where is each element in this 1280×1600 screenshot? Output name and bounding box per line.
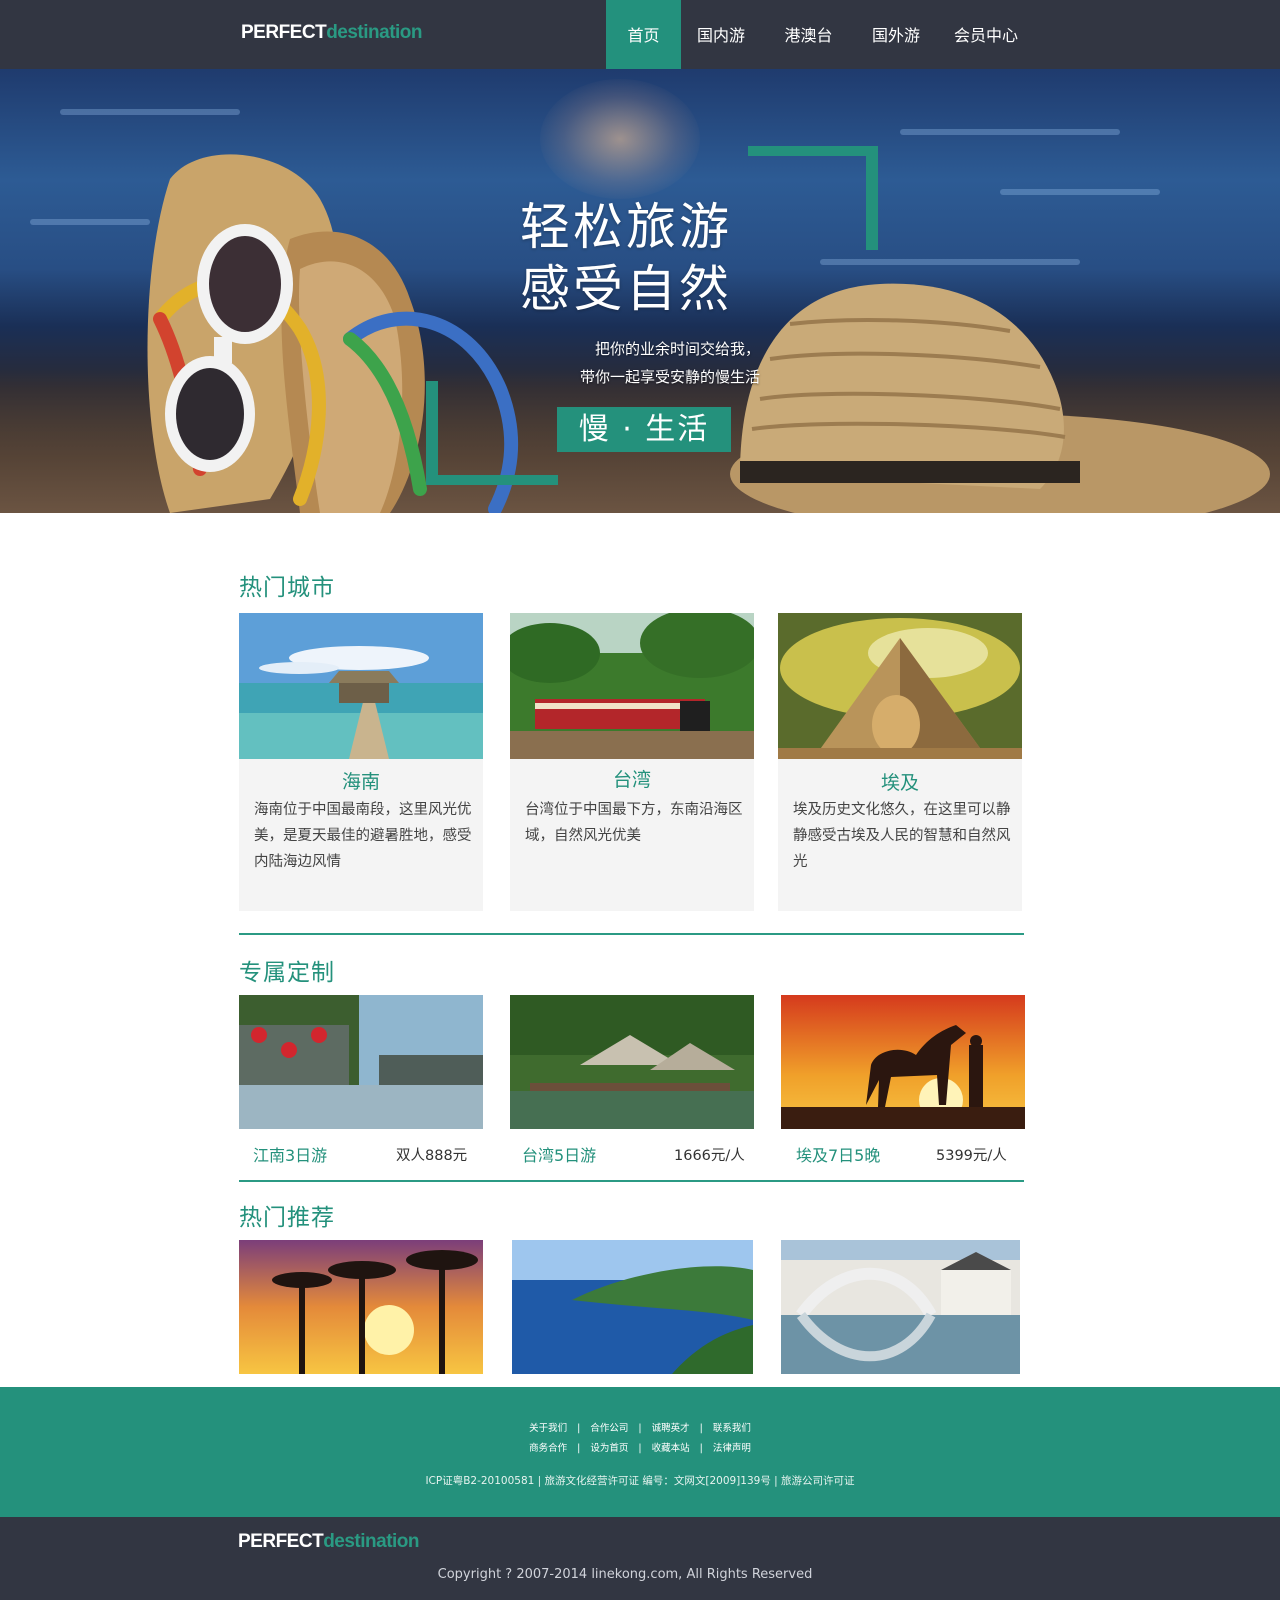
hero-subtitle: 把你的业余时间交给我， 带你一起享受安静的慢生活 — [579, 340, 760, 386]
footer-link-business[interactable]: 商务合作 — [529, 1439, 567, 1459]
section-divider — [239, 933, 1024, 935]
footer-link-partners[interactable]: 合作公司 — [590, 1419, 628, 1439]
frame-corner-top-right — [748, 146, 878, 250]
tour-name: 埃及7日5晚 — [796, 1146, 881, 1165]
taiwan-train-photo — [510, 613, 754, 759]
nav-item-home[interactable]: 首页 — [606, 0, 681, 69]
site-logo[interactable]: PERFECTdestination — [241, 22, 423, 44]
footer-logo[interactable]: PERFECTdestination — [238, 1531, 420, 1553]
city-card-egypt[interactable]: 埃及 埃及历史文化悠久，在这里可以静静感受古埃及人民的智慧和自然风光 — [778, 613, 1022, 911]
city-description: 台湾位于中国最下方，东南沿海区域，自然风光优美 — [525, 802, 743, 844]
section-divider — [239, 1180, 1024, 1182]
frame-corner-bottom-left — [426, 381, 558, 485]
city-card-hainan[interactable]: 海南 海南位于中国最南段，这里风光优美，是夏天最佳的避暑胜地，感受内陆海边风情 — [239, 613, 483, 911]
hero-title: 轻松旅游 感受自然 — [520, 198, 732, 318]
hainan-pier-photo — [239, 613, 483, 759]
city-name: 海南 — [341, 771, 380, 793]
recommend-palm-sunset-photo[interactable] — [239, 1240, 483, 1374]
egypt-camel-sunset-photo — [781, 995, 1025, 1129]
nav-item-hk-macau-taiwan[interactable]: 港澳台 — [761, 0, 856, 69]
section-title-hot-cities: 热门城市 — [239, 575, 335, 601]
nav-item-domestic[interactable]: 国内游 — [681, 0, 761, 69]
jiangnan-canal-photo — [239, 995, 483, 1129]
section-title-custom: 专属定制 — [239, 960, 335, 986]
city-name: 埃及 — [880, 772, 919, 794]
nav-item-overseas[interactable]: 国外游 — [856, 0, 936, 69]
taiwan-pavilion-photo — [510, 995, 754, 1129]
footer-link-careers[interactable]: 诚聘英才 — [652, 1419, 690, 1439]
icp-license-text: ICP证粤B2-20100581 | 旅游文化经营许可证 编号：文网文[2009… — [425, 1475, 855, 1487]
footer-link-about[interactable]: 关于我们 — [529, 1419, 567, 1439]
tour-price: 双人888元 — [396, 1148, 468, 1164]
tour-name: 台湾5日游 — [522, 1146, 597, 1165]
footer-links: 关于我们 | 合作公司 | 诚聘英才 | 联系我们 商务合作 | 设为首页 | 收藏本站 | 法律声明 — [0, 1419, 1280, 1459]
section-title-recommend: 热门推荐 — [239, 1205, 335, 1231]
nav-item-member-center[interactable]: 会员中心 — [936, 0, 1036, 69]
tour-price: 5399元/人 — [936, 1148, 1007, 1164]
city-name: 台湾 — [612, 769, 651, 791]
main-nav: 首页 国内游 港澳台 国外游 会员中心 — [606, 0, 1036, 69]
copyright-text: Copyright ? 2007-2014 linekong.com, All … — [437, 1567, 813, 1582]
egypt-pyramid-photo — [778, 613, 1022, 759]
footer-link-contact[interactable]: 联系我们 — [713, 1419, 751, 1439]
footer-link-legal[interactable]: 法律声明 — [713, 1439, 751, 1459]
footer-links-band: 关于我们 | 合作公司 | 诚聘英才 | 联系我们 商务合作 | 设为首页 | 收藏本站 | 法律声明 … — [0, 1387, 1280, 1517]
hero-banner: 轻松旅游 感受自然 把你的业余时间交给我， 带你一起享受安静的慢生活 慢 · 生… — [0, 69, 1280, 513]
footer-link-bookmark[interactable]: 收藏本站 — [652, 1439, 690, 1459]
recommend-bridge-village-photo[interactable] — [781, 1240, 1020, 1374]
city-description: 埃及历史文化悠久，在这里可以静静感受古埃及人民的智慧和自然风光 — [793, 802, 1011, 870]
slow-life-button[interactable]: 慢 · 生活 — [557, 407, 731, 452]
top-navbar: PERFECTdestination 首页 国内游 港澳台 国外游 会员中心 — [0, 0, 1280, 69]
tour-price: 1666元/人 — [674, 1148, 745, 1164]
straw-hat-image — [730, 283, 1270, 513]
footer-link-set-homepage[interactable]: 设为首页 — [590, 1439, 628, 1459]
tour-name: 江南3日游 — [253, 1146, 328, 1165]
city-card-taiwan[interactable]: 台湾 台湾位于中国最下方，东南沿海区域，自然风光优美 — [510, 613, 754, 911]
recommend-coast-photo[interactable] — [512, 1240, 753, 1374]
city-description: 海南位于中国最南段，这里风光优美，是夏天最佳的避暑胜地，感受内陆海边风情 — [254, 802, 472, 870]
footer-bottom: PERFECTdestination Copyright ? 2007-2014… — [0, 1517, 1280, 1600]
